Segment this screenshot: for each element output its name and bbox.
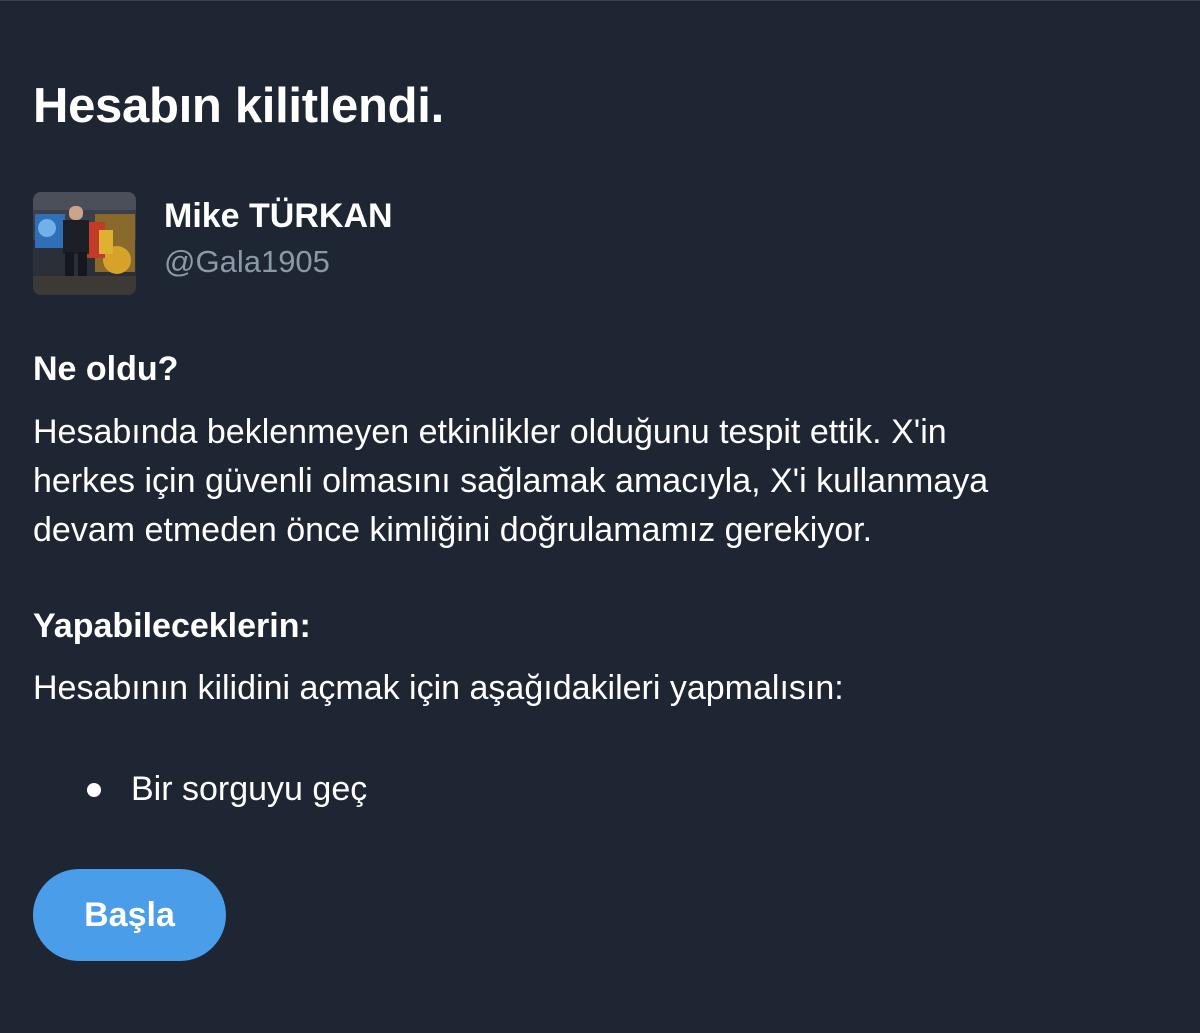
bullet-icon [87,783,101,797]
step-label: Bir sorguyu geç [131,770,368,808]
avatar-image [33,192,136,295]
what-happened-heading: Ne oldu? [33,350,179,388]
steps-list: Bir sorguyu geç [33,765,367,814]
avatar [33,192,136,295]
list-item: Bir sorguyu geç [33,765,367,814]
what-happened-line: Hesabında beklenmeyen etkinlikler olduğu… [33,413,947,451]
what-happened-text: Hesabında beklenmeyen etkinlikler olduğu… [33,408,1173,555]
username: @Gala1905 [164,244,330,279]
display-name: Mike TÜRKAN [164,197,393,235]
top-divider [0,0,1200,1]
what-happened-line: devam etmeden önce kimliğini doğrulamamı… [33,511,873,549]
page-title: Hesabın kilitlendi. [33,79,444,133]
what-happened-line: herkes için güvenli olmasını sağlamak am… [33,462,989,500]
start-button[interactable]: Başla [33,869,226,961]
what-you-can-do-heading: Yapabileceklerin: [33,607,311,645]
locked-account-page: Hesabın kilitlendi. Mike TÜRKAN @Gala190… [0,0,1200,1033]
what-you-can-do-text: Hesabının kilidini açmak için aşağıdakil… [33,669,844,707]
